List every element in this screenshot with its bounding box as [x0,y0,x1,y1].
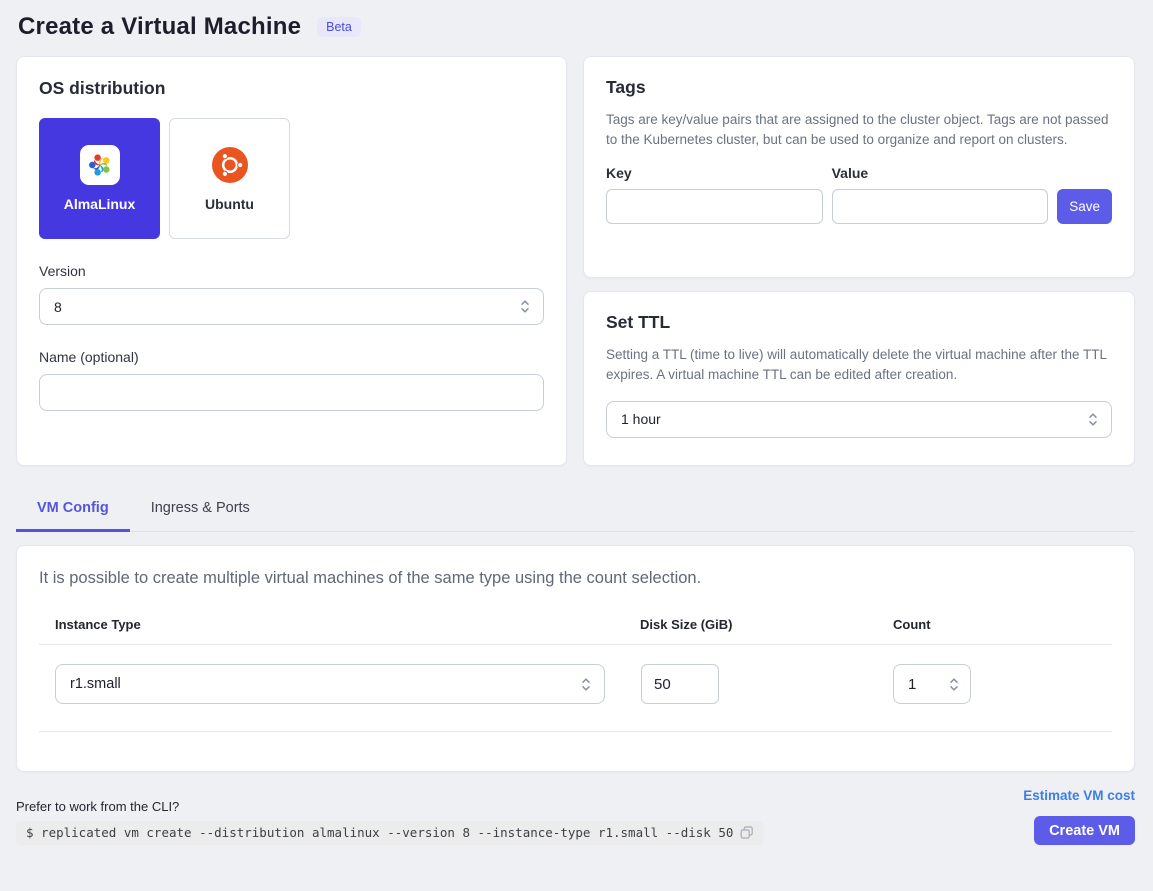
ttl-select[interactable]: 1 hour [606,401,1112,438]
count-cell: 1 [893,664,1112,704]
estimate-vm-cost-link[interactable]: Estimate VM cost [1023,788,1135,803]
ttl-select-value: 1 hour [621,411,661,427]
vm-config-card: It is possible to create multiple virtua… [16,545,1135,772]
tab-vm-config[interactable]: VM Config [16,492,130,532]
vm-table-row: r1.small 1 [39,664,1112,704]
version-select[interactable]: 8 [39,288,544,325]
cli-prompt-text: Prefer to work from the CLI? [16,799,1023,814]
count-stepper[interactable]: 1 [893,664,971,704]
tag-value-field: Value [832,165,1049,224]
name-label: Name (optional) [39,349,544,365]
tags-card-title: Tags [606,77,1112,98]
name-input[interactable] [39,374,544,411]
config-tabs: VM Config Ingress & Ports [16,492,1135,532]
instance-type-select[interactable]: r1.small [55,664,605,704]
cli-section: Prefer to work from the CLI? $ replicate… [16,785,1023,845]
disk-size-cell [640,664,893,704]
chevron-updown-icon [519,298,531,315]
vm-config-note: It is possible to create multiple virtua… [39,569,1112,588]
actions-section: Estimate VM cost Create VM [1023,785,1135,845]
tags-description: Tags are key/value pairs that are assign… [606,110,1112,151]
cli-command-bar: $ replicated vm create --distribution al… [16,821,763,845]
distribution-tile-almalinux[interactable]: AlmaLinux [39,118,160,239]
copy-icon[interactable] [740,826,754,840]
distribution-tile-ubuntu[interactable]: Ubuntu [169,118,290,239]
os-distribution-card: OS distribution [16,56,567,466]
chevron-updown-icon [1087,411,1099,428]
almalinux-logo-icon [80,145,120,185]
chevron-updown-icon [580,676,592,693]
tag-value-label: Value [832,165,1049,181]
os-card-title: OS distribution [39,78,544,99]
count-value: 1 [908,676,916,693]
vm-table-header: Instance Type Disk Size (GiB) Count [39,617,1112,632]
page-footer: Prefer to work from the CLI? $ replicate… [16,785,1135,845]
tag-key-label: Key [606,165,823,181]
distribution-tiles: AlmaLinux [39,118,544,239]
ubuntu-logo-icon [212,145,248,185]
ttl-description: Setting a TTL (time to live) will automa… [606,345,1112,386]
tags-form: Key Value Save [606,165,1112,224]
ubuntu-tile-label: Ubuntu [205,196,254,212]
page-title: Create a Virtual Machine [18,13,301,41]
chevron-updown-icon [948,676,960,693]
almalinux-tile-label: AlmaLinux [64,196,136,212]
column-header-disk-size: Disk Size (GiB) [640,617,893,632]
tag-value-input[interactable] [832,189,1049,224]
save-tag-button[interactable]: Save [1057,189,1112,224]
tag-key-input[interactable] [606,189,823,224]
page-header: Create a Virtual Machine Beta [16,13,1135,41]
table-header-divider [39,644,1112,645]
version-select-value: 8 [54,299,62,315]
ttl-card-title: Set TTL [606,312,1112,333]
tab-ingress-ports[interactable]: Ingress & Ports [130,492,271,532]
create-vm-page: Create a Virtual Machine Beta OS distrib… [0,0,1153,845]
column-header-count: Count [893,617,1112,632]
top-cards-grid: OS distribution [16,56,1135,466]
beta-badge: Beta [317,17,361,38]
column-header-instance-type: Instance Type [55,617,640,632]
cli-command-text: $ replicated vm create --distribution al… [26,825,733,840]
instance-type-value: r1.small [70,676,121,692]
create-vm-button[interactable]: Create VM [1034,816,1135,845]
table-row-divider [39,731,1112,732]
disk-size-input[interactable] [641,664,719,704]
tag-key-field: Key [606,165,823,224]
set-ttl-card: Set TTL Setting a TTL (time to live) wil… [583,291,1135,466]
instance-type-cell: r1.small [55,664,640,704]
tags-card: Tags Tags are key/value pairs that are a… [583,56,1135,278]
version-label: Version [39,263,544,279]
